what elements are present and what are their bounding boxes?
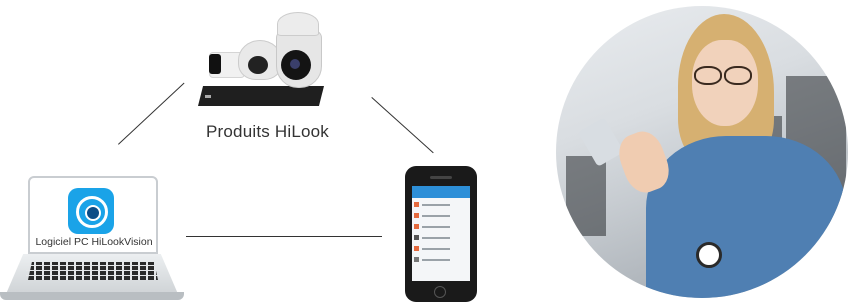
keyboard-rows	[26, 262, 160, 280]
connector-line-laptop-phone	[186, 236, 382, 237]
dome-camera-lens	[248, 56, 268, 74]
nvr-recorder-image	[198, 86, 324, 106]
connector-line-products-phone	[371, 97, 434, 154]
pc-software-label: Logiciel PC HiLookVision	[35, 236, 153, 248]
phone-home-button	[434, 286, 446, 298]
products-label: Produits HiLook	[205, 122, 329, 141]
nvr-indicator	[205, 95, 211, 98]
phone-list-item	[414, 235, 468, 241]
phone-app-header	[412, 186, 470, 198]
ptz-camera-glass	[290, 59, 300, 69]
woman-using-smartphone-photo	[556, 6, 848, 298]
phone-list-item	[414, 224, 468, 230]
bullet-camera-lens	[209, 54, 221, 74]
connector-line-products-laptop	[118, 82, 185, 145]
phone-list-item	[414, 246, 468, 252]
ptz-camera-top	[277, 12, 319, 36]
phone-screen	[412, 186, 470, 281]
hilookvision-app-icon	[68, 188, 114, 234]
laptop-base	[0, 292, 184, 300]
phone-list-item	[414, 213, 468, 219]
phone-list-item	[414, 257, 468, 263]
phone-speaker	[430, 176, 452, 179]
phone-list-item	[414, 202, 468, 208]
